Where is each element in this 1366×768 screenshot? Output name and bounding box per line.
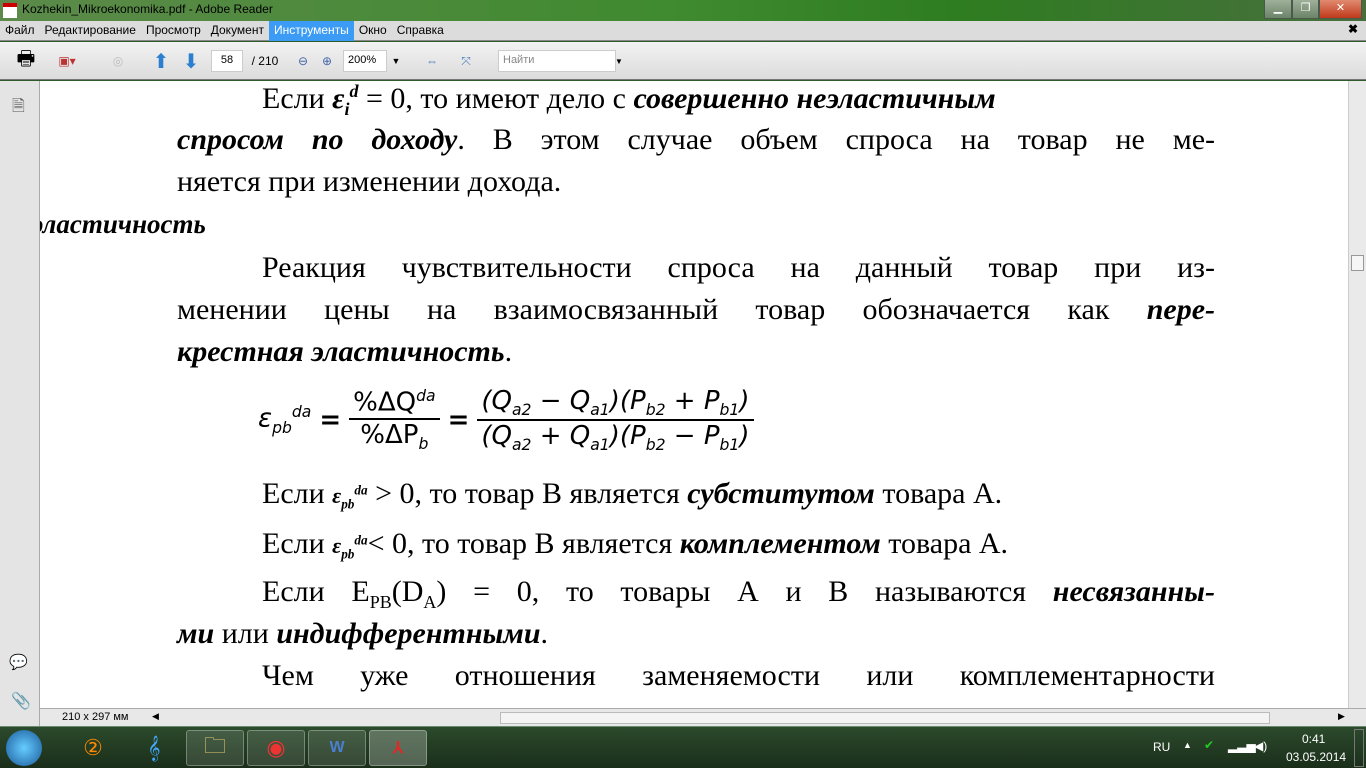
search-input[interactable]: Найти bbox=[498, 50, 616, 72]
menu-bar: Файл Редактирование Просмотр Документ Инстру… bbox=[0, 21, 1366, 41]
attachments-icon[interactable]: 📎 bbox=[11, 691, 31, 711]
horizontal-scroll-thumb[interactable] bbox=[500, 712, 1270, 724]
adobe-reader-icon[interactable]: ⅄ bbox=[369, 730, 427, 766]
menu-file[interactable]: Файл bbox=[0, 21, 40, 41]
sync-status-icon[interactable]: ✔ bbox=[1204, 738, 1214, 752]
document-view: Если εid = 0, то имеют дело с совершенно… bbox=[40, 81, 1348, 708]
text-line: крестная эластичность. bbox=[177, 335, 513, 368]
minimize-button[interactable]: ▁ bbox=[1264, 0, 1292, 19]
scroll-left-icon[interactable]: ◀ bbox=[152, 711, 159, 722]
volume-icon[interactable]: ◀) bbox=[1254, 739, 1267, 753]
language-indicator[interactable]: RU bbox=[1153, 740, 1170, 754]
menu-tools[interactable]: Инструменты bbox=[268, 21, 354, 41]
navigation-panel: 🗎 💬 📎 bbox=[0, 81, 40, 726]
scroll-right-icon[interactable]: ▶ bbox=[1338, 711, 1345, 722]
vertical-scrollbar[interactable] bbox=[1348, 81, 1366, 708]
cross-elasticity-formula: εpbda = %ΔQda %ΔPb = (Qa2 − Qa1)(Pb2 + Pb1)… bbox=[258, 375, 754, 465]
section-heading: эластичность bbox=[40, 209, 206, 239]
clock-date[interactable]: 03.05.2014 bbox=[1286, 750, 1346, 764]
fit-width-icon[interactable]: ⇔ bbox=[422, 49, 442, 73]
status-bar: 210 x 297 мм ◀ ▶ bbox=[40, 708, 1366, 726]
text-line: Если εpbda > 0, то товар В является субс… bbox=[262, 477, 1003, 512]
word-icon[interactable]: W bbox=[308, 730, 366, 766]
search-dropdown-icon[interactable]: ▼ bbox=[614, 49, 624, 73]
menu-help[interactable]: Справка bbox=[392, 21, 449, 41]
zoom-dropdown-icon[interactable]: ▼ bbox=[390, 49, 402, 73]
chrome-icon[interactable]: ◉ bbox=[247, 730, 305, 766]
text-line: ми или индифферентными. bbox=[177, 617, 549, 650]
text-line: Если εpbda< 0, то товар В является компл… bbox=[262, 527, 1009, 562]
text-line: няется при изменении дохода. bbox=[177, 165, 562, 198]
total-pages: / 210 bbox=[251, 54, 279, 68]
clock-time[interactable]: 0:41 bbox=[1302, 732, 1325, 746]
taskbar: ② 𝄞 🗀 ◉ W ⅄ RU ▲ ✔ ▂▃▅ ◀) 0:41 03.05.201… bbox=[0, 726, 1366, 768]
close-document-icon[interactable]: ✖ bbox=[1348, 22, 1358, 36]
text-line: Если EPB(DA) = 0, то товары А и В называ… bbox=[262, 575, 1215, 612]
text-line: Реакция чувствительности спроса на данны… bbox=[262, 251, 1215, 284]
restore-button[interactable]: ❐ bbox=[1292, 0, 1319, 19]
menu-window[interactable]: Окно bbox=[354, 21, 392, 41]
network-icon[interactable]: ▂▃▅ bbox=[1228, 739, 1256, 753]
zoom-out-icon[interactable]: ⊖ bbox=[295, 49, 311, 73]
next-page-icon[interactable]: ⬇ bbox=[180, 49, 202, 73]
page-size: 210 x 297 мм bbox=[62, 711, 129, 723]
start-button[interactable] bbox=[6, 730, 42, 766]
show-desktop-button[interactable] bbox=[1354, 729, 1364, 767]
window-title: Kozhekin_Mikroekonomika.pdf - Adobe Read… bbox=[22, 2, 273, 16]
show-hidden-icons[interactable]: ▲ bbox=[1183, 740, 1192, 750]
scroll-thumb[interactable] bbox=[1351, 255, 1364, 271]
print-icon[interactable]: 🖶 bbox=[12, 48, 40, 73]
pages-icon[interactable]: 🗎 bbox=[12, 95, 25, 122]
menu-edit[interactable]: Редактирование bbox=[40, 21, 141, 41]
zoom-in-icon[interactable]: ⊕ bbox=[319, 49, 335, 73]
text-line: менении цены на взаимосвязанный товар об… bbox=[177, 293, 1215, 326]
pdf-app-icon bbox=[3, 3, 17, 18]
music-app-icon[interactable]: 𝄞 bbox=[125, 730, 183, 766]
title-bar: Kozhekin_Mikroekonomika.pdf - Adobe Read… bbox=[0, 0, 1366, 21]
share-icon[interactable]: ▣▾ bbox=[50, 49, 84, 73]
text-line: Чем уже отношения заменяемости или компл… bbox=[262, 659, 1215, 692]
menu-view[interactable]: Просмотр bbox=[141, 21, 206, 41]
toolbar: 🖶 ▣▾ ◎ ⬆ ⬇ 58 / 210 ⊖ ⊕ 200% ▼ ⇔ ⤧ Найти… bbox=[0, 42, 1366, 80]
zoom-input[interactable]: 200% bbox=[343, 50, 387, 72]
fit-page-icon[interactable]: ⤧ bbox=[456, 49, 476, 73]
text-line: спросом по доходу. В этом случае объем с… bbox=[177, 123, 1216, 156]
explorer-icon[interactable]: 🗀 bbox=[186, 730, 244, 766]
text-line: Если εid = 0, то имеют дело с совершенно… bbox=[262, 81, 996, 119]
previous-page-icon[interactable]: ⬆ bbox=[150, 49, 172, 73]
menu-document[interactable]: Документ bbox=[206, 21, 269, 41]
close-button[interactable]: ✕ bbox=[1319, 0, 1362, 19]
page-number-input[interactable]: 58 bbox=[211, 50, 243, 72]
collaborate-icon[interactable]: ◎ bbox=[104, 49, 132, 73]
taskbar-app-icon[interactable]: ② bbox=[64, 730, 122, 766]
comments-icon[interactable]: 💬 bbox=[9, 653, 28, 671]
